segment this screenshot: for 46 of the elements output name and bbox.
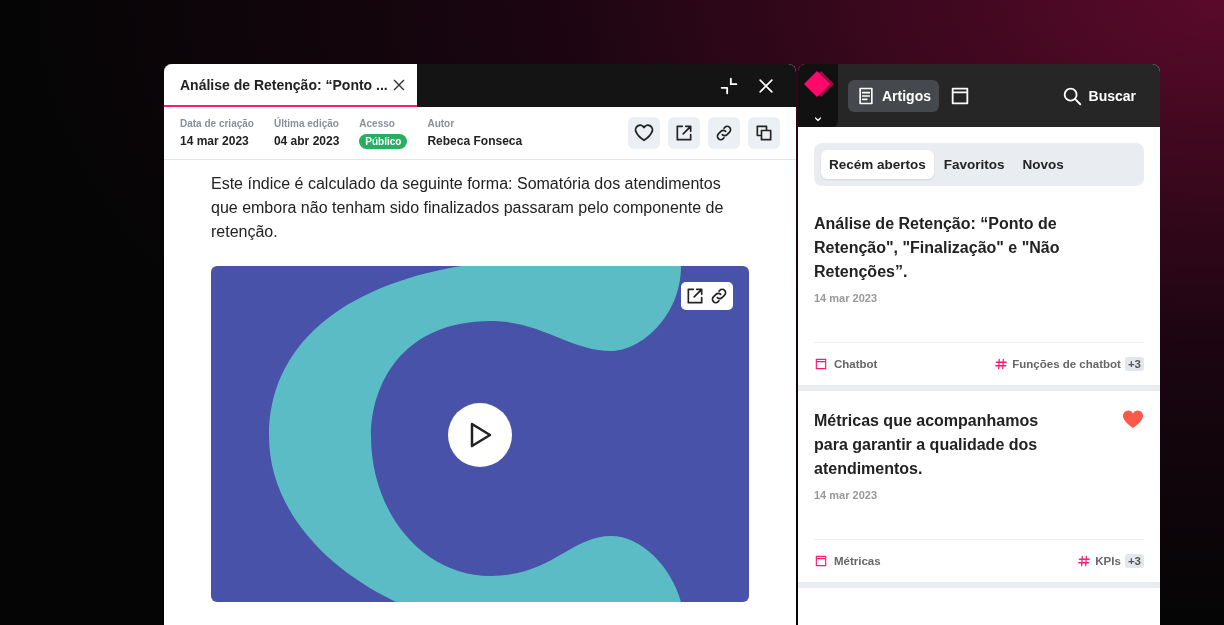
tag-label: Funções de chatbot xyxy=(1012,358,1121,370)
open-external-button[interactable] xyxy=(668,117,700,149)
open-external-button[interactable] xyxy=(685,286,705,306)
hash-icon xyxy=(1077,554,1092,568)
copy-icon xyxy=(754,123,774,143)
tag-label: KPIs xyxy=(1095,555,1121,567)
folder-icon xyxy=(814,554,828,568)
diamond-logo-icon xyxy=(802,70,834,98)
meta-value: 14 mar 2023 xyxy=(180,134,250,148)
hash-icon xyxy=(994,357,1009,371)
duplicate-button[interactable] xyxy=(748,117,780,149)
access-badge: Público xyxy=(359,133,408,149)
article-date: 14 mar 2023 xyxy=(814,489,878,501)
meta-label: Data de criação xyxy=(180,118,254,129)
article-title[interactable]: Métricas que acompanhamos para garantir a qualidade dos atendimentos. xyxy=(814,409,1110,481)
external-link-icon xyxy=(685,286,705,306)
meta-label: Autor xyxy=(427,118,456,129)
category-label: Chatbot xyxy=(834,358,878,370)
filter-tab[interactable]: Recém abertos xyxy=(821,150,934,179)
heart-icon xyxy=(633,122,655,144)
copy-link-button[interactable] xyxy=(709,286,729,306)
meta-label: Última edição xyxy=(273,118,340,129)
meta-value: Rebeca Fonseca xyxy=(427,134,523,148)
document-icon xyxy=(856,85,876,106)
article-paragraph: Este índice é calculado da seguinte forma: Somatória dos atendimentos que embora não tenham sido finalizados passaram pelo componente de retenção. xyxy=(211,174,725,242)
more-tags-count: +3 xyxy=(1124,357,1144,371)
category-label: Métricas xyxy=(834,555,881,567)
link-icon xyxy=(714,123,734,143)
articles-button[interactable]: Artigos xyxy=(848,79,939,112)
article-date: 14 mar 2023 xyxy=(814,292,878,304)
app-menu-button[interactable] xyxy=(798,64,838,127)
external-link-icon xyxy=(674,123,694,143)
filter-tab[interactable]: Novos xyxy=(1014,150,1072,179)
article-card[interactable]: Análise de Retenção: “Ponto de Retenção", "Finalização" e "Não Retenções”. 14 mar 2023 Chatbot Funções de chatbot +3 xyxy=(798,194,1160,391)
folder-icon xyxy=(814,357,828,371)
article-title[interactable]: Análise de Retenção: “Ponto de Retenção", "Finalização" e "Não Retenções”. xyxy=(814,212,1144,284)
heart-icon[interactable] xyxy=(1122,409,1144,429)
copy-link-button[interactable] xyxy=(708,117,740,149)
search-button[interactable]: Buscar xyxy=(1060,84,1136,107)
link-icon xyxy=(709,286,729,306)
meta-label: Acesso xyxy=(359,117,396,129)
meta-value: 04 abr 2023 xyxy=(273,134,340,148)
more-tags-count: +3 xyxy=(1124,554,1144,568)
filter-tab[interactable]: Favoritos xyxy=(935,150,1013,179)
article-card[interactable]: Métricas que acompanhamos para garantir a qualidade dos atendimentos. 14 mar 2023 Métricas KPIs +3 xyxy=(798,391,1160,588)
favorite-button[interactable] xyxy=(628,117,660,149)
